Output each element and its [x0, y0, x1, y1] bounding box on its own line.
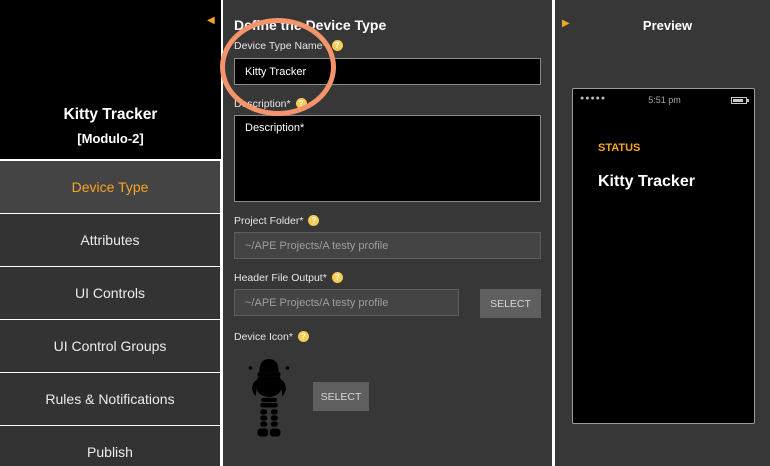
device-name: Kitty Tracker: [63, 106, 158, 123]
project-folder-label: Project Folder*: [234, 214, 320, 227]
preview-title: Preview: [642, 18, 693, 33]
status-label: STATUS: [598, 142, 641, 154]
question-mark-icon[interactable]: [331, 39, 343, 51]
battery-icon: [731, 97, 749, 104]
nav-item-publish[interactable]: Publish: [0, 426, 220, 466]
nav-item-label: Rules & Notifications: [45, 391, 175, 407]
nav-item-label: UI Control Groups: [53, 338, 167, 354]
device-type-name-label: Device Type Name*: [234, 39, 343, 52]
label-text: Device Type Name*: [234, 40, 327, 52]
robot-icon: [624, 221, 706, 411]
phone-time: 5:51 pm: [648, 95, 681, 105]
input-value: ~/APE Projects/A testy profile: [245, 296, 389, 309]
nav-item-label: Attributes: [80, 232, 140, 248]
caret-left-icon[interactable]: ◀: [207, 15, 215, 26]
label-text: Header File Output*: [234, 272, 327, 284]
nav-item-device-type[interactable]: Device Type: [0, 161, 220, 213]
nav-item-ui-control-groups[interactable]: UI Control Groups: [0, 320, 220, 372]
question-mark-icon[interactable]: [297, 330, 309, 342]
device-icon-select-button[interactable]: SELECT: [313, 382, 369, 411]
description-textarea[interactable]: Description*: [234, 115, 541, 202]
question-mark-icon[interactable]: [308, 214, 320, 226]
input-value: ~/APE Projects/A testy profile: [245, 239, 389, 252]
phone-preview: ●●●●● 5:51 pm STATUS Kitty Tracker: [572, 88, 755, 424]
nav-item-ui-controls[interactable]: UI Controls: [0, 267, 220, 319]
device-type-form: Define the Device Type Device Type Name*…: [223, 0, 552, 466]
preview-device-name: Kitty Tracker: [598, 173, 695, 190]
header-file-output-input[interactable]: ~/APE Projects/A testy profile: [234, 289, 459, 316]
label-text: Description*: [234, 98, 291, 110]
nav-item-label: Device Type: [71, 179, 149, 195]
question-mark-icon[interactable]: [331, 271, 343, 283]
project-folder-input[interactable]: ~/APE Projects/A testy profile: [234, 232, 541, 259]
header-file-select-button[interactable]: SELECT: [480, 289, 541, 318]
input-value: Kitty Tracker: [245, 65, 307, 78]
label-text: Device Icon*: [234, 331, 293, 343]
robot-icon: [82, 14, 138, 106]
nav-item-label: UI Controls: [74, 285, 146, 301]
nav-item-attributes[interactable]: Attributes: [0, 214, 220, 266]
nav-item-label: Publish: [87, 444, 133, 460]
textarea-placeholder: Description*: [245, 122, 305, 134]
form-title: Define the Device Type: [234, 17, 387, 33]
question-mark-icon[interactable]: [295, 97, 307, 109]
header-file-output-label: Header File Output*: [234, 271, 343, 284]
device-icon-label: Device Icon*: [234, 330, 309, 343]
device-profile-header: ◀ Kitty Tracker [Modulo-2]: [0, 0, 221, 159]
device-model: [Modulo-2]: [77, 131, 144, 146]
preview-panel: ▶ Preview ●●●●● 5:51 pm STATUS Kitty Tra…: [555, 0, 770, 466]
device-icon-preview: [247, 346, 291, 446]
label-text: Project Folder*: [234, 215, 304, 227]
nav-item-rules-notifications[interactable]: Rules & Notifications: [0, 373, 220, 425]
device-type-name-input[interactable]: Kitty Tracker: [234, 58, 541, 85]
description-label: Description*: [234, 97, 307, 110]
sidebar: ◀ Kitty Tracker [Modulo-2] Device Type A…: [0, 0, 221, 466]
